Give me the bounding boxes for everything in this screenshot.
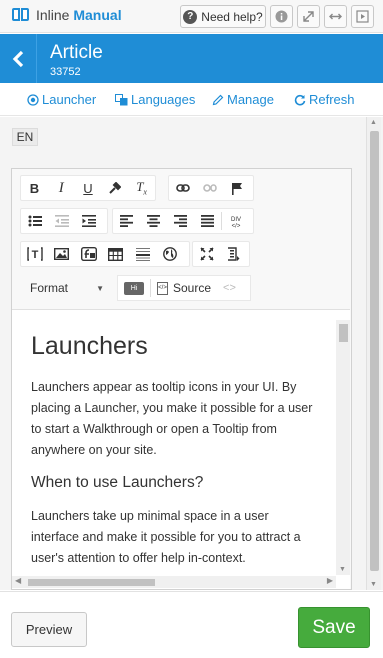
brand-name: Inline Manual — [36, 7, 122, 23]
justify-icon[interactable] — [194, 209, 221, 233]
code-icon[interactable]: <> — [217, 282, 236, 294]
page-scrollbar-thumb[interactable] — [370, 131, 379, 571]
scroll-up-icon[interactable]: ▲ — [370, 119, 377, 126]
svg-text:T: T — [31, 249, 38, 261]
highlight-icon[interactable]: Hi — [124, 281, 144, 295]
article-header: Article 33752 — [0, 34, 383, 83]
pencil-icon — [212, 94, 224, 105]
book-icon — [12, 7, 30, 23]
link-icon[interactable] — [169, 176, 196, 200]
svg-text:DIV: DIV — [230, 217, 240, 223]
sub-navigation: Launcher Languages Manage Refresh — [0, 84, 383, 116]
format-dropdown-label: Format — [30, 281, 69, 295]
refresh-icon — [294, 94, 306, 105]
document-paragraph-2: Launchers take up minimal space in a use… — [31, 509, 301, 565]
source-button[interactable]: </> Source — [151, 281, 217, 295]
page-scrollbar[interactable]: ▲ ▼ — [366, 117, 381, 590]
maximize-icon[interactable] — [193, 242, 220, 266]
unlink-icon[interactable] — [196, 176, 223, 200]
svg-text:</>: </> — [231, 223, 240, 228]
nav-launcher-label: Launcher — [42, 92, 97, 107]
outdent-icon[interactable] — [48, 209, 75, 233]
toolbar-lists — [20, 208, 108, 234]
paint-format-icon[interactable] — [101, 176, 128, 200]
table-icon[interactable] — [102, 242, 129, 266]
need-help-label: Need help? — [201, 9, 263, 24]
nav-manage[interactable]: Manage — [212, 92, 274, 107]
footer: Preview Save — [0, 591, 383, 658]
nav-manage-label: Manage — [227, 92, 274, 107]
align-left-icon[interactable] — [113, 209, 140, 233]
toolbar-links — [168, 175, 254, 201]
need-help-button[interactable]: ? Need help? — [180, 5, 266, 28]
div-icon[interactable]: DIV </> — [222, 209, 249, 233]
globe-icon[interactable] — [156, 242, 183, 266]
toolbar-basic-styles: B I U Tx — [20, 175, 156, 201]
top-bar: Inline Manual ? Need help? — [0, 0, 383, 33]
chevron-left-icon — [12, 50, 24, 67]
flash-icon[interactable] — [75, 242, 102, 266]
language-tag[interactable]: EN — [12, 128, 38, 146]
page-title: Article — [50, 42, 103, 63]
scroll-down-icon[interactable]: ▼ — [339, 566, 346, 573]
info-icon[interactable] — [270, 5, 293, 28]
preview-button[interactable]: Preview — [11, 612, 87, 647]
horizontal-line-icon[interactable] — [129, 242, 156, 266]
flag-icon[interactable] — [223, 176, 250, 200]
article-id: 33752 — [50, 66, 81, 78]
document-paragraph-1: Launchers appear as tooltip icons in you… — [31, 380, 313, 457]
format-dropdown[interactable]: Format ▼ — [22, 276, 110, 300]
indent-icon[interactable] — [75, 209, 102, 233]
back-button[interactable] — [0, 34, 37, 83]
nav-refresh-label: Refresh — [309, 92, 355, 107]
clear-format-icon[interactable]: Tx — [128, 176, 155, 200]
play-icon[interactable] — [351, 5, 374, 28]
editor-horizontal-scrollbar-thumb[interactable] — [28, 579, 155, 586]
save-button[interactable]: Save — [298, 607, 370, 648]
toolbar-insert: T — [20, 241, 190, 267]
launcher-icon — [27, 93, 39, 106]
expand-icon[interactable] — [297, 5, 320, 28]
text-box-icon[interactable]: T — [21, 242, 48, 266]
scroll-right-icon[interactable]: ▶ — [327, 576, 333, 585]
caret-down-icon: ▼ — [96, 283, 104, 293]
translate-icon — [115, 93, 128, 105]
nav-launcher[interactable]: Launcher — [27, 92, 96, 107]
editor-document[interactable]: Launchers Launchers appear as tooltip ic… — [12, 309, 350, 589]
editor-vertical-scrollbar-thumb[interactable] — [339, 324, 348, 342]
image-icon[interactable] — [48, 242, 75, 266]
scroll-left-icon[interactable]: ◀ — [15, 576, 21, 585]
nav-languages[interactable]: Languages — [115, 92, 195, 107]
show-blocks-icon[interactable] — [220, 242, 247, 266]
source-button-label: Source — [173, 281, 212, 295]
brand-name-bold: Manual — [73, 7, 122, 23]
nav-languages-label: Languages — [131, 92, 196, 107]
resize-horizontal-icon[interactable] — [324, 5, 347, 28]
source-document-icon: </> — [157, 281, 168, 295]
toolbar-alignment: DIV </> — [112, 208, 254, 234]
underline-icon[interactable]: U — [75, 176, 102, 200]
brand-name-plain: Inline — [36, 7, 70, 23]
italic-icon[interactable]: I — [48, 176, 75, 200]
scroll-down-icon[interactable]: ▼ — [370, 581, 377, 588]
question-circle-icon: ? — [183, 9, 198, 24]
align-center-icon[interactable] — [140, 209, 167, 233]
bulleted-list-icon[interactable] — [21, 209, 48, 233]
document-heading: Launchers — [31, 332, 148, 360]
bold-icon[interactable]: B — [21, 176, 48, 200]
nav-refresh[interactable]: Refresh — [294, 92, 355, 107]
brand: Inline Manual — [12, 7, 122, 23]
toolbar-view — [192, 241, 250, 267]
toolbar-source: Hi </> Source <> — [117, 275, 251, 301]
align-right-icon[interactable] — [167, 209, 194, 233]
editor-vertical-scrollbar[interactable]: ▼ — [336, 320, 350, 575]
document-subheading: When to use Launchers? — [31, 474, 204, 491]
editor-horizontal-scrollbar[interactable]: ◀ ▶ — [12, 576, 336, 588]
